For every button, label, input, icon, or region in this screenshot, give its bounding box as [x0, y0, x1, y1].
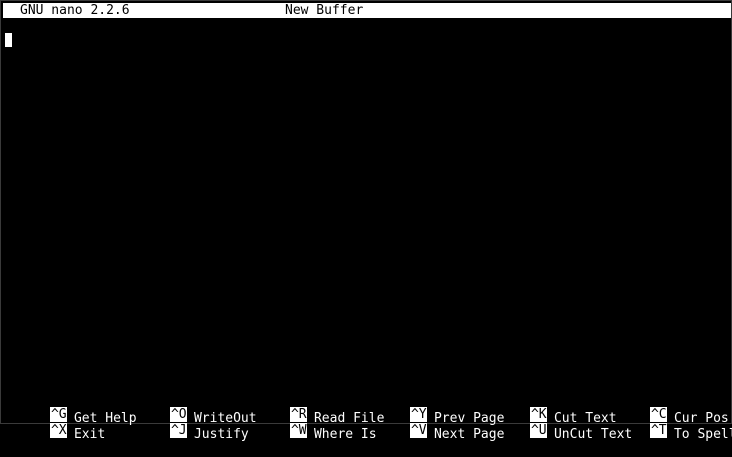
shortcut-label: Exit: [73, 427, 106, 442]
shortcut-key: ^W: [289, 423, 307, 438]
shortcut-cut-text[interactable]: ^K Cut Text: [483, 392, 617, 426]
shortcut-label: Justify: [193, 427, 249, 442]
shortcut-justify[interactable]: ^J Justify: [123, 408, 249, 442]
shortcut-key: ^X: [49, 423, 67, 438]
shortcut-key: ^V: [409, 423, 427, 438]
shortcut-get-help[interactable]: ^G Get Help: [3, 392, 137, 426]
text-cursor: [5, 33, 12, 47]
shortcut-to-spell[interactable]: ^T To Spell: [603, 408, 732, 442]
editor-text-area[interactable]: [3, 25, 731, 391]
buffer-name: New Buffer: [285, 3, 364, 18]
app-version: GNU nano 2.2.6: [20, 3, 130, 18]
shortcut-key: ^J: [169, 423, 187, 438]
terminal-window: GNU nano 2.2.6 New Buffer ^G Get Help ^O W…: [0, 0, 732, 442]
shortcut-writeout[interactable]: ^O WriteOut: [123, 392, 257, 426]
shortcut-cur-pos[interactable]: ^C Cur Pos: [603, 392, 729, 426]
shortcut-exit[interactable]: ^X Exit: [3, 408, 105, 442]
shortcut-key: ^U: [529, 423, 547, 438]
title-bar: GNU nano 2.2.6 New Buffer: [3, 3, 731, 18]
shortcut-key: ^T: [649, 423, 667, 438]
shortcut-label: To Spell: [673, 427, 732, 442]
shortcut-where-is[interactable]: ^W Where Is: [243, 408, 377, 442]
shortcut-bar: ^G Get Help ^O WriteOut ^R Read File ^Y Prev…: [1, 392, 732, 442]
